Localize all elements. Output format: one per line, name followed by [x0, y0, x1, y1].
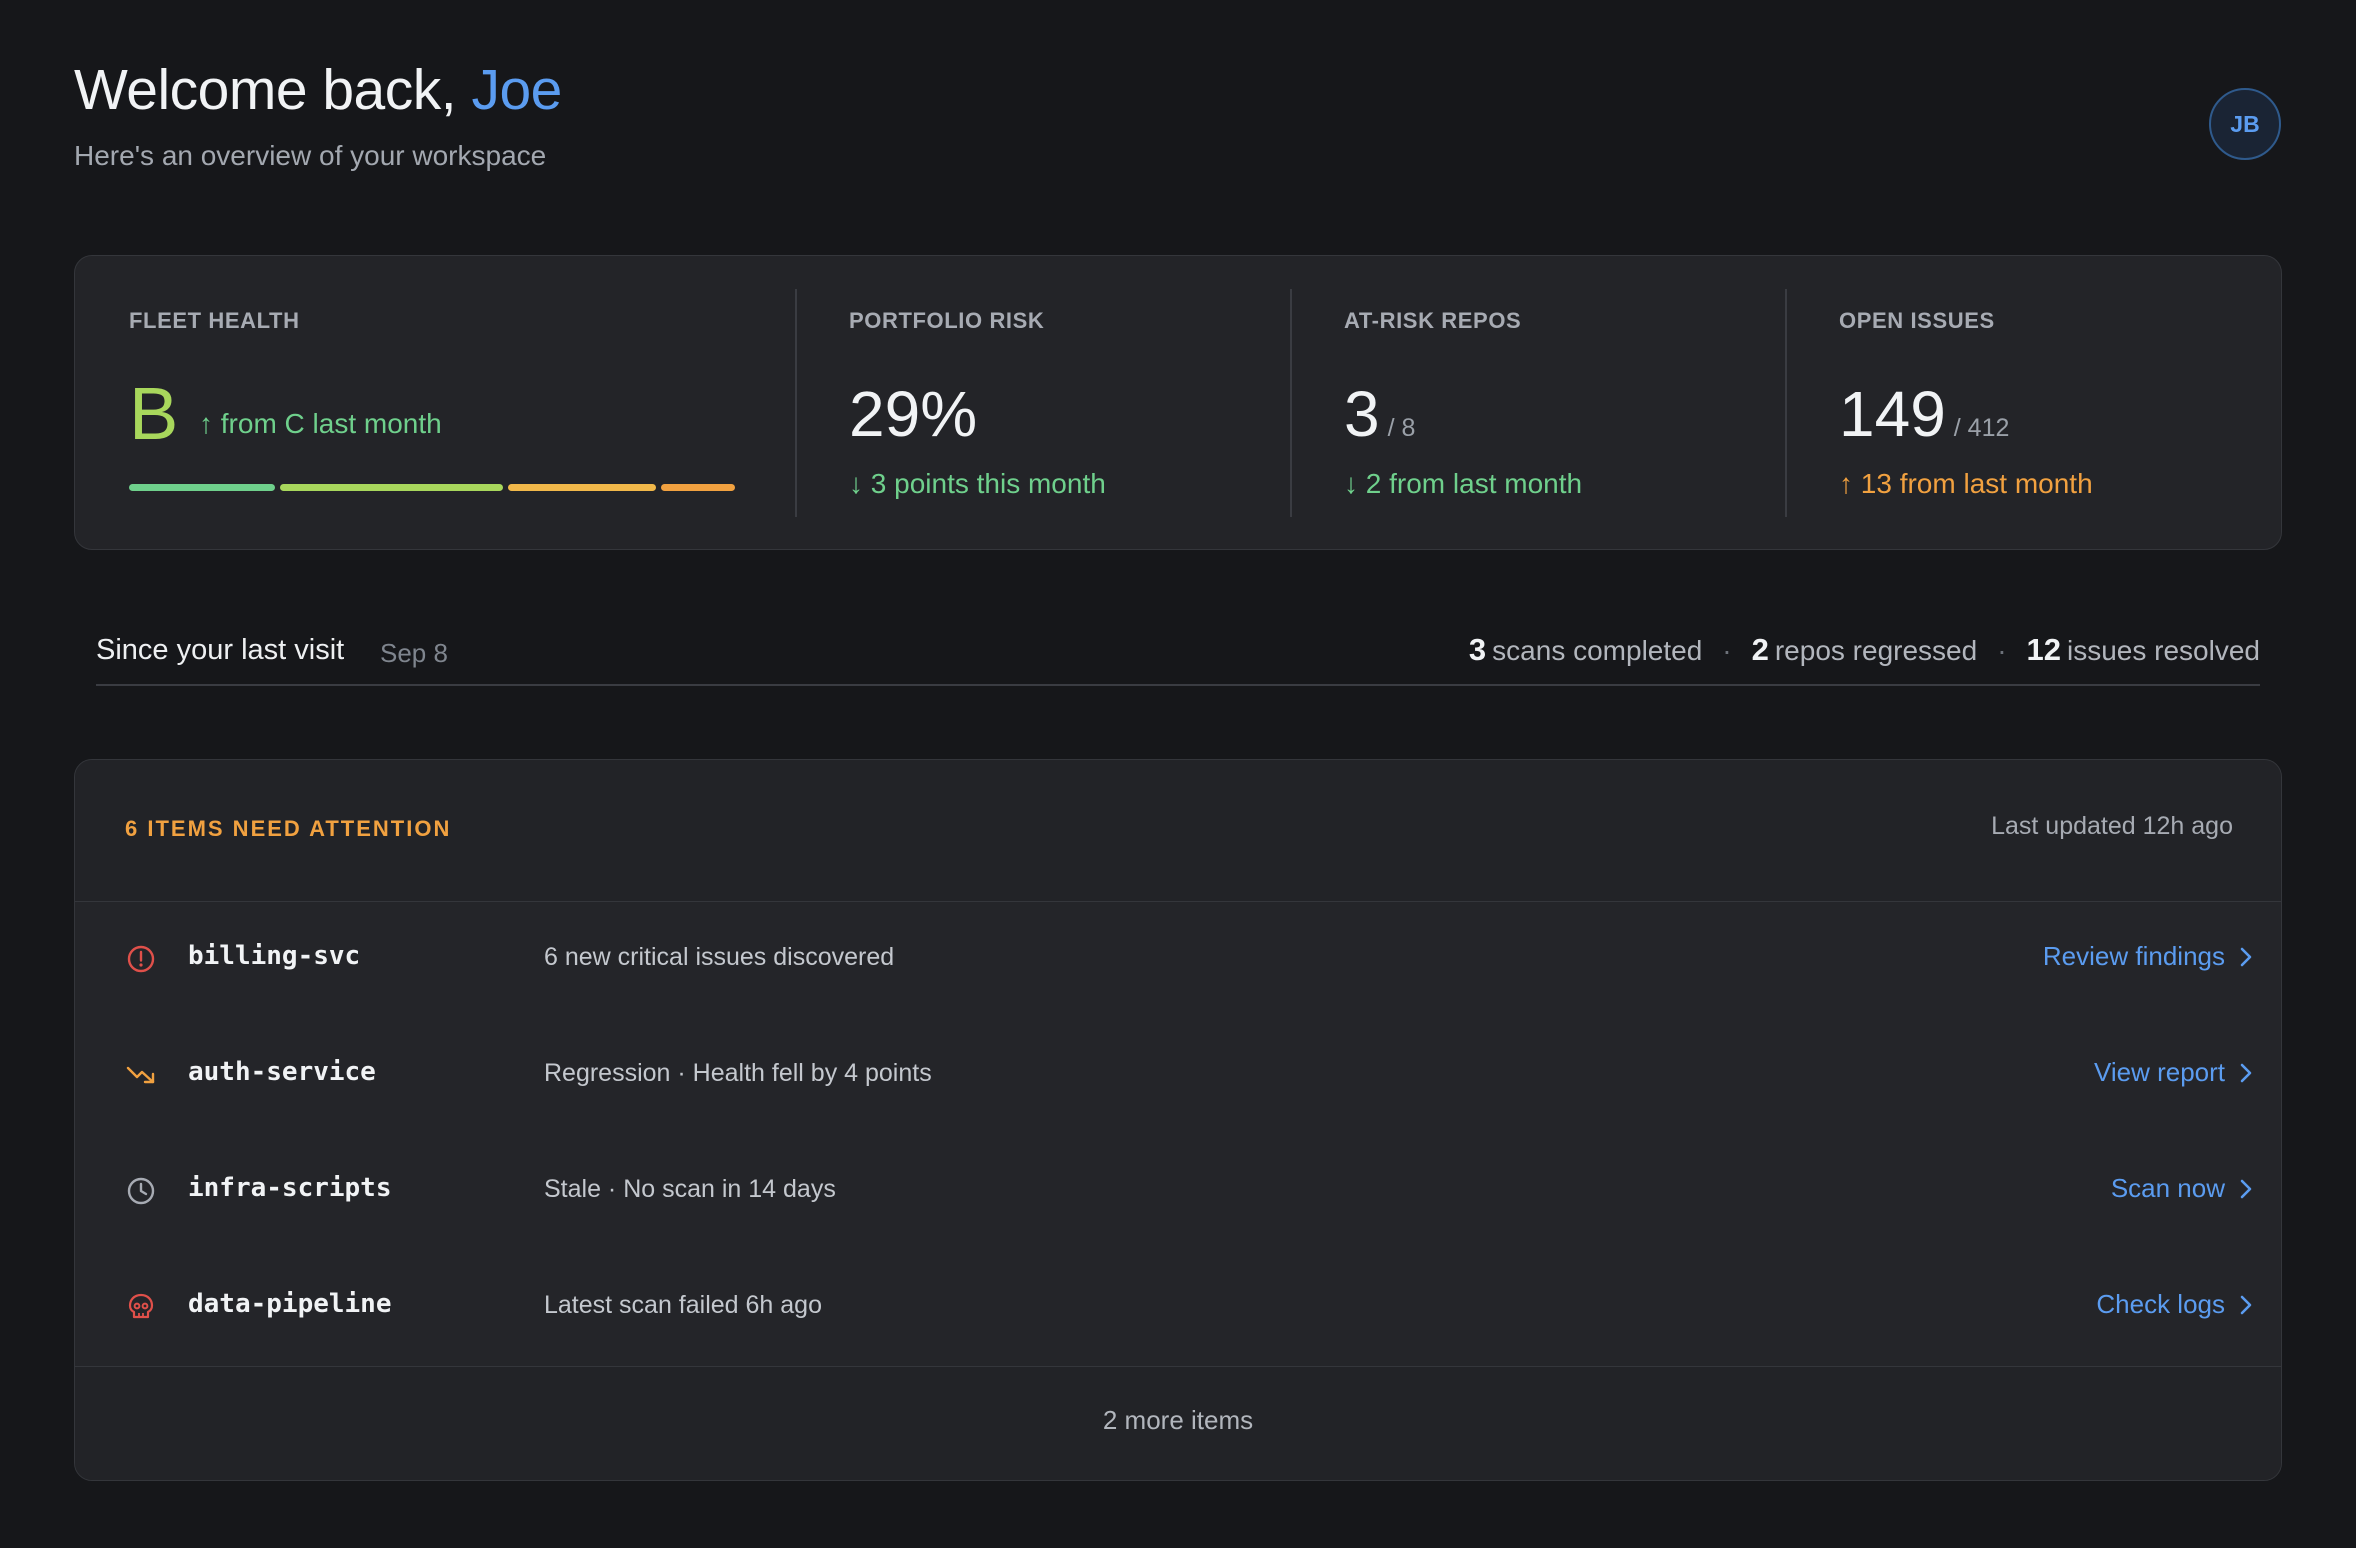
repo-name: billing-svc [188, 941, 361, 971]
row-description: Latest scan failed 6h ago [544, 1291, 822, 1319]
divider [1290, 289, 1292, 517]
separator-dot: · [1722, 635, 1732, 666]
stat-open-issues: OPEN ISSUES 149/ 412 ↑ 13 from last mont… [1839, 256, 2259, 549]
attention-title: 6 ITEMS NEED ATTENTION [125, 816, 452, 841]
separator-dot: · [1997, 635, 2007, 666]
page-title: Welcome back, Joe [74, 54, 562, 126]
stat-denominator: / 412 [1953, 414, 2010, 442]
health-grade: B [129, 372, 179, 455]
stat-delta: ↓ 3 points this month [849, 468, 1106, 499]
scan-now-link[interactable]: Scan now [2111, 1173, 2253, 1204]
page-header: Welcome back, Joe Here's an overview of … [74, 54, 562, 172]
alert-circle-icon [125, 943, 157, 975]
health-bar [129, 484, 735, 491]
stat-fleet-health: FLEET HEALTH B ↑ from C last month [129, 256, 769, 549]
action-label: Check logs [2096, 1289, 2225, 1319]
stat-label: OPEN ISSUES [1839, 308, 1995, 333]
resolved-count: 12 [2026, 632, 2062, 667]
stat-denominator: / 8 [1387, 414, 1416, 442]
attention-header: 6 ITEMS NEED ATTENTION Last updated 12h … [75, 760, 2281, 902]
clock-icon [125, 1175, 157, 1207]
stat-at-risk-repos: AT-RISK REPOS 3/ 8 ↓ 2 from last month [1344, 256, 1784, 549]
view-report-link[interactable]: View report [2094, 1057, 2253, 1088]
health-bar-segment [280, 484, 503, 491]
skull-icon [125, 1291, 157, 1323]
divider [795, 289, 797, 517]
chevron-right-icon [2240, 1063, 2252, 1082]
health-bar-segment [129, 484, 275, 491]
action-label: View report [2093, 1057, 2225, 1087]
stat-label: PORTFOLIO RISK [849, 308, 1045, 333]
list-item[interactable]: auth-service Regression · Health fell by… [75, 1019, 2281, 1135]
row-description: 6 new critical issues discovered [544, 943, 895, 971]
since-last-visit: Since your last visit Sep 8 3 scans compl… [96, 630, 2260, 686]
resolved-label: issues resolved [2067, 635, 2260, 666]
stat-value: 3/ 8 [1344, 374, 1415, 468]
since-stats: 3 scans completed · 2 repos regressed · 12 issu… [1469, 632, 2260, 668]
health-bar-segment [508, 484, 656, 491]
stat-number: 149 [1839, 378, 1946, 450]
health-bar-segment [661, 484, 735, 491]
stat-delta: ↓ 2 from last month [1344, 468, 1583, 499]
row-description: Stale · No scan in 14 days [544, 1175, 836, 1203]
divider [1785, 289, 1787, 517]
stats-card: FLEET HEALTH B ↑ from C last month PORTF… [74, 255, 2282, 550]
regressed-label: repos regressed [1774, 635, 1978, 666]
scans-label: scans completed [1492, 635, 1703, 666]
since-title: Since your last visit [96, 634, 345, 666]
action-label: Review findings [2042, 941, 2225, 971]
user-name: Joe [471, 58, 562, 122]
review-findings-link[interactable]: Review findings [2043, 941, 2253, 972]
since-date: Sep 8 [380, 638, 448, 668]
repo-name: data-pipeline [188, 1289, 392, 1319]
health-trend: ↑ from C last month [199, 408, 442, 439]
greeting-text: Welcome back, [74, 58, 472, 122]
stat-label: FLEET HEALTH [129, 308, 300, 333]
repo-name: infra-scripts [188, 1173, 392, 1203]
list-item[interactable]: infra-scripts Stale · No scan in 14 days… [75, 1135, 2281, 1251]
page-subtitle: Here's an overview of your workspace [74, 140, 547, 171]
more-items-button[interactable]: 2 more items [75, 1405, 2281, 1436]
attention-card: 6 ITEMS NEED ATTENTION Last updated 12h … [74, 759, 2282, 1481]
stat-label: AT-RISK REPOS [1344, 308, 1522, 333]
regressed-count: 2 [1751, 632, 1769, 667]
stat-delta: ↑ 13 from last month [1839, 468, 2093, 499]
attention-footer: 2 more items [75, 1366, 2281, 1480]
scans-count: 3 [1468, 632, 1487, 667]
repo-name: auth-service [188, 1057, 376, 1087]
check-logs-link[interactable]: Check logs [2096, 1289, 2253, 1320]
list-item[interactable]: billing-svc 6 new critical issues discov… [75, 903, 2281, 1019]
trending-down-icon [125, 1059, 157, 1091]
stat-number: 3 [1344, 378, 1380, 450]
stat-value: 29% [849, 378, 978, 450]
last-updated: Last updated 12h ago [1991, 812, 2233, 840]
chevron-right-icon [2240, 1295, 2252, 1314]
chevron-right-icon [2240, 947, 2252, 966]
list-item[interactable]: data-pipeline Latest scan failed 6h ago … [75, 1251, 2281, 1367]
chevron-right-icon [2240, 1179, 2252, 1198]
avatar[interactable]: JB [2209, 88, 2281, 160]
stat-value: 149/ 412 [1839, 374, 2009, 468]
action-label: Scan now [2110, 1173, 2225, 1203]
row-description: Regression · Health fell by 4 points [544, 1059, 932, 1087]
stat-portfolio-risk: PORTFOLIO RISK 29% ↓ 3 points this month [849, 256, 1289, 549]
